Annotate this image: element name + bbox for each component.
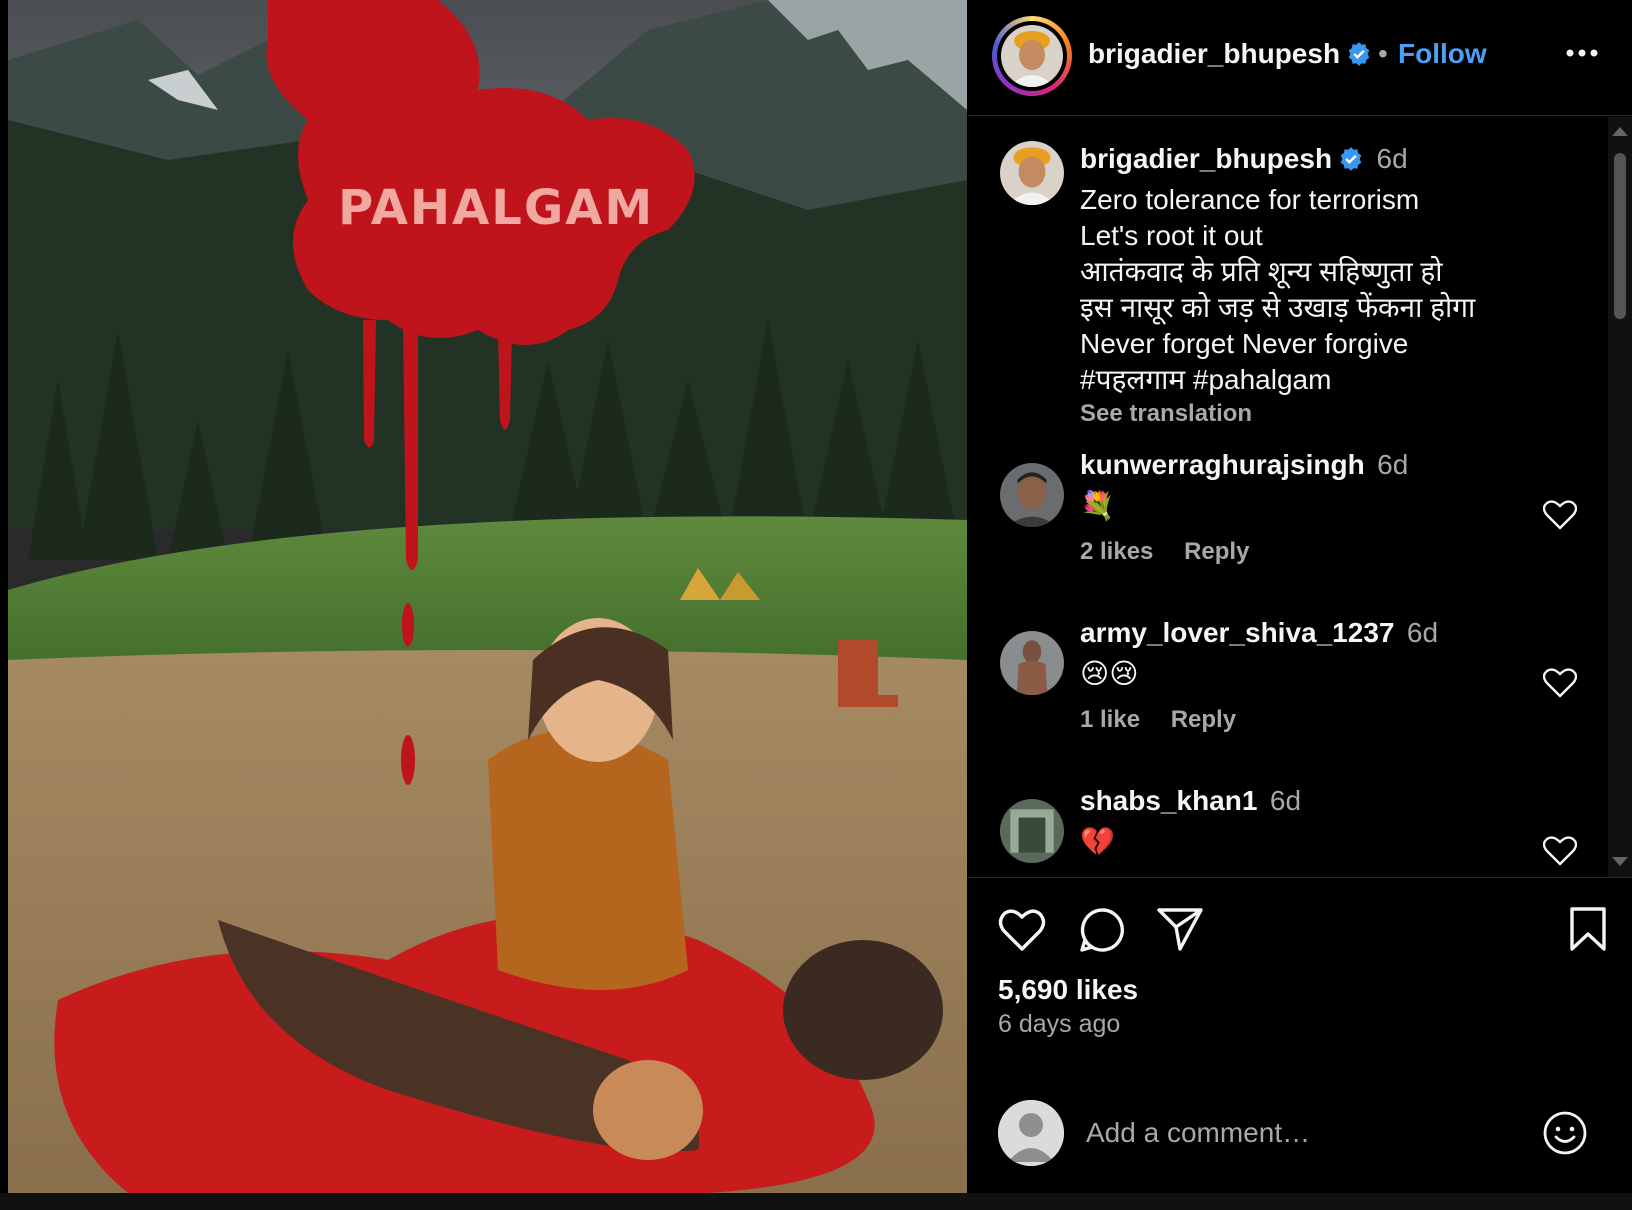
comment-time: 6d (1406, 617, 1439, 648)
caption-line: आतंकवाद के प्रति शून्य सहिष्णुता हो (1080, 256, 1443, 287)
comment-text: 💔 (1080, 825, 1115, 858)
caption-time: 6d (1376, 143, 1408, 174)
caption-line: Zero tolerance for terrorism (1080, 184, 1420, 215)
caption-username[interactable]: brigadier_bhupesh (1080, 143, 1332, 174)
post-image[interactable]: PAHALGAM (8, 0, 967, 1193)
share-send-icon[interactable] (1156, 906, 1204, 952)
scroll-up-arrow-icon[interactable] (1612, 127, 1628, 136)
comment-item: shabs_khan1 6d 💔 (1080, 783, 1520, 860)
comment-username[interactable]: kunwerraghurajsingh (1080, 449, 1365, 480)
comment-likes[interactable]: 1 like (1080, 706, 1140, 733)
follow-button[interactable]: Follow (1398, 38, 1487, 70)
caption-hashtags[interactable]: #पहलगाम #pahalgam (1080, 362, 1600, 398)
post-sidebar: brigadier_bhupesh • Follow brigadier_bhu… (968, 0, 1632, 1193)
verified-badge-icon (1340, 147, 1362, 171)
comment-item: kunwerraghurajsingh 6d 💐 2 likes Reply (1080, 447, 1520, 566)
bookmark-save-icon[interactable] (1568, 906, 1608, 952)
post-header: brigadier_bhupesh • Follow (968, 0, 1632, 116)
window-bottom-edge (0, 1193, 1632, 1210)
likes-count[interactable]: 5,690 likes (998, 974, 1138, 1006)
header-username[interactable]: brigadier_bhupesh (1088, 38, 1372, 70)
comment-time: 6d (1377, 449, 1409, 480)
like-comment-heart-icon[interactable] (1543, 836, 1577, 866)
map-label: PAHALGAM (338, 180, 655, 236)
like-comment-heart-icon[interactable] (1543, 668, 1577, 698)
reply-button[interactable]: Reply (1184, 538, 1249, 565)
more-horizontal-icon[interactable] (1562, 38, 1602, 68)
author-avatar[interactable] (1001, 25, 1063, 87)
emoji-picker-icon[interactable] (1542, 1110, 1588, 1156)
verified-badge-icon (1348, 42, 1370, 66)
commenter-avatar[interactable] (1000, 463, 1064, 527)
reply-button[interactable]: Reply (1171, 706, 1236, 733)
comments-scrollbar[interactable] (1608, 117, 1632, 877)
current-user-avatar (998, 1100, 1064, 1166)
comment-bubble-icon[interactable] (1078, 906, 1126, 954)
comment-time: 6d (1269, 785, 1302, 816)
add-comment-bar (968, 1072, 1632, 1194)
see-translation-link[interactable]: See translation (1080, 400, 1600, 428)
scroll-down-arrow-icon[interactable] (1612, 857, 1628, 866)
comment-text: 😢😢 (1080, 657, 1139, 690)
caption-line: इस नासूर को जड़ से उखाड़ फेंकना होगा (1080, 292, 1476, 323)
comment-username[interactable]: army_lover_shiva_1237 (1080, 617, 1394, 648)
comment-item: army_lover_shiva_1237 6d 😢😢 1 like Reply (1080, 615, 1520, 734)
pahalgam-illustration (8, 0, 967, 1193)
comments-list[interactable]: brigadier_bhupesh 6d Zero tolerance for … (968, 117, 1608, 877)
like-comment-heart-icon[interactable] (1543, 500, 1577, 530)
like-heart-icon[interactable] (998, 908, 1046, 952)
commenter-avatar[interactable] (1000, 631, 1064, 695)
post-time: 6 days ago (998, 1010, 1121, 1038)
caption-line: Never forget Never forgive (1080, 328, 1409, 359)
comment-likes[interactable]: 2 likes (1080, 538, 1153, 565)
comment-text: 💐 (1080, 489, 1115, 522)
caption-line: Let's root it out (1080, 220, 1263, 251)
comment-username[interactable]: shabs_khan1 (1080, 785, 1257, 816)
scrollbar-thumb[interactable] (1614, 153, 1626, 319)
post-actions: 5,690 likes 6 days ago (968, 877, 1632, 1193)
caption-block: brigadier_bhupesh 6d Zero tolerance for … (1080, 141, 1600, 428)
commenter-avatar[interactable] (1000, 799, 1064, 863)
comment-input[interactable] (1086, 1108, 1486, 1158)
caption-author-avatar[interactable] (1000, 141, 1064, 205)
separator-dot: • (1378, 38, 1388, 69)
story-ring[interactable] (992, 16, 1072, 96)
